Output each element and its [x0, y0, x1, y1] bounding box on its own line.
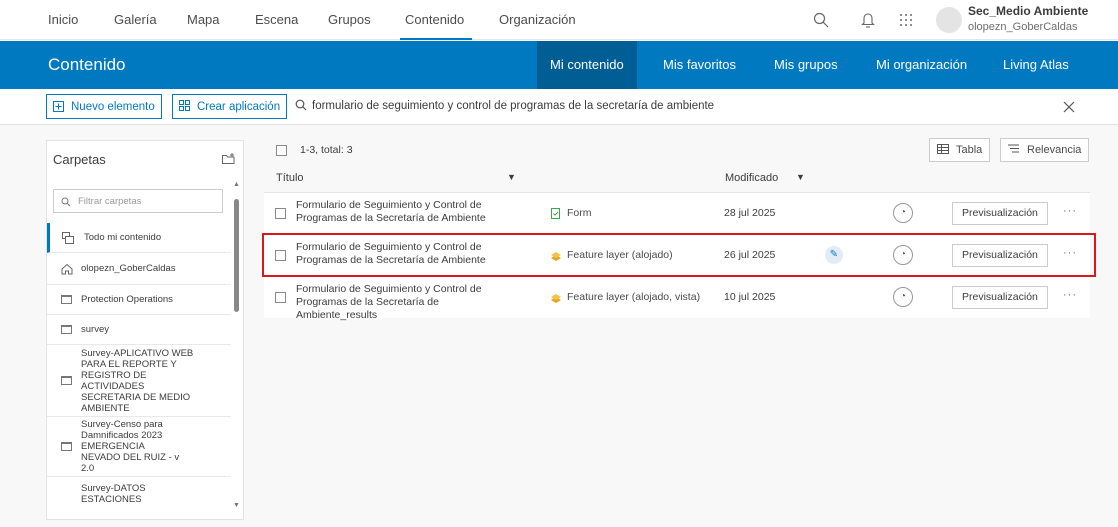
more-options-icon[interactable]: ··· — [1063, 205, 1077, 217]
item-date: 10 jul 2025 — [724, 291, 776, 303]
nav-contenido[interactable]: Contenido — [405, 12, 464, 27]
new-folder-icon[interactable] — [222, 153, 235, 167]
nav-organizacion[interactable]: Organización — [499, 12, 576, 27]
folders-heading: Carpetas — [53, 152, 106, 167]
filter-folders-input[interactable]: Filtrar carpetas — [53, 189, 223, 213]
create-app-button[interactable]: Crear aplicación — [172, 94, 288, 119]
avatar[interactable] — [936, 7, 962, 33]
search-icon — [61, 194, 71, 210]
item-type: Form — [550, 207, 592, 219]
create-app-label: Crear aplicación — [197, 100, 281, 113]
item-type: Feature layer (alojado, vista) — [550, 291, 700, 303]
feature-layer-icon — [550, 292, 561, 303]
app-launcher-icon[interactable] — [896, 10, 916, 30]
select-all-checkbox[interactable] — [276, 145, 287, 156]
folder-icon — [61, 442, 72, 451]
tab-mi-organizacion[interactable]: Mi organización — [864, 41, 979, 89]
results-count: 1-3, total: 3 — [300, 144, 353, 156]
filter-placeholder: Filtrar carpetas — [78, 196, 142, 207]
nav-inicio[interactable]: Inicio — [48, 12, 78, 27]
item-title[interactable]: Formulario de Seguimiento y Control de P… — [296, 283, 520, 322]
sort-label: Relevancia — [1027, 144, 1082, 156]
content-header-bar: Contenido Mi contenido Mis favoritos Mis… — [0, 41, 1118, 89]
folder-label: Survey-Censo para Damnificados 2023 EMER… — [81, 419, 180, 474]
preview-button[interactable]: Previsualización — [952, 202, 1048, 225]
bell-icon[interactable] — [858, 10, 878, 30]
folder-label: olopezn_GoberCaldas — [81, 263, 176, 274]
grid-apps-icon — [179, 99, 190, 114]
table-view-button[interactable]: Tabla — [929, 138, 991, 162]
home-icon — [61, 263, 73, 278]
folder-label: Survey-APLICATIVO WEB PARA EL REPORTE Y … — [81, 347, 194, 414]
column-header-title[interactable]: Título — [276, 172, 304, 184]
sort-button[interactable]: Relevancia — [1000, 138, 1090, 162]
close-icon[interactable] — [1062, 95, 1076, 119]
tab-living-atlas[interactable]: Living Atlas — [991, 41, 1081, 89]
folder-item-survey[interactable]: survey — [47, 315, 231, 345]
user-name[interactable]: Sec_Medio Ambiente — [968, 4, 1088, 18]
nav-escena[interactable]: Escena — [255, 12, 298, 27]
chevron-down-icon[interactable]: ▼ — [507, 172, 516, 182]
sharing-icon[interactable]: ◔ — [893, 203, 913, 223]
table-view-label: Tabla — [956, 144, 983, 156]
sharing-icon[interactable]: ◔ — [893, 287, 913, 307]
search-icon — [295, 99, 307, 114]
active-nav-indicator — [400, 38, 472, 40]
new-item-label: Nuevo elemento — [71, 100, 155, 113]
scroll-down-arrow[interactable]: ▼ — [233, 502, 240, 509]
folder-item-survey-aplicativo-web[interactable]: Survey-APLICATIVO WEB PARA EL REPORTE Y … — [47, 345, 231, 417]
plus-box-icon — [53, 101, 64, 112]
folder-label: Survey-DATOS ESTACIONES — [81, 483, 146, 505]
table-row[interactable]: Formulario de Seguimiento y Control de P… — [264, 276, 1090, 321]
folder-item-todo-mi-contenido[interactable]: Todo mi contenido — [47, 223, 231, 253]
folder-icon — [61, 376, 72, 385]
folder-item-protection-operations[interactable]: Protection Operations — [47, 285, 231, 315]
form-icon — [550, 207, 561, 219]
item-title[interactable]: Formulario de Seguimiento y Control de P… — [296, 199, 520, 225]
more-options-icon[interactable]: ··· — [1063, 289, 1077, 301]
user-login[interactable]: olopezn_GoberCaldas — [968, 21, 1077, 33]
item-type-label: Feature layer (alojado, vista) — [567, 291, 701, 303]
folder-item-survey-censo[interactable]: Survey-Censo para Damnificados 2023 EMER… — [47, 417, 231, 477]
search-icon[interactable] — [811, 10, 831, 30]
item-date: 28 jul 2025 — [724, 207, 776, 219]
row-checkbox[interactable] — [275, 208, 286, 219]
all-content-icon — [62, 232, 74, 247]
highlight-box — [262, 233, 1096, 277]
column-header-modified[interactable]: Modificado — [725, 172, 778, 184]
folder-item-olopezn[interactable]: olopezn_GoberCaldas — [47, 253, 231, 285]
scroll-up-arrow[interactable]: ▲ — [233, 181, 240, 188]
tab-mis-favoritos[interactable]: Mis favoritos — [651, 41, 748, 89]
sort-icon — [1008, 144, 1019, 156]
folder-item-survey-datos[interactable]: Survey-DATOS ESTACIONES — [47, 477, 231, 511]
folders-panel: Carpetas Filtrar carpetas Todo mi conten… — [46, 140, 244, 520]
row-checkbox[interactable] — [275, 292, 286, 303]
chevron-down-icon[interactable]: ▼ — [796, 172, 805, 182]
nav-mapa[interactable]: Mapa — [187, 12, 220, 27]
nav-grupos[interactable]: Grupos — [328, 12, 371, 27]
tab-mi-contenido[interactable]: Mi contenido — [537, 41, 637, 89]
top-navigation: Inicio Galería Mapa Escena Grupos Conten… — [0, 0, 1118, 40]
folder-icon — [61, 295, 72, 304]
action-bar: Nuevo elemento Crear aplicación formular… — [0, 89, 1118, 125]
table-icon — [937, 143, 949, 157]
item-type-label: Form — [567, 207, 592, 219]
page-title: Contenido — [48, 55, 126, 74]
folder-label: Protection Operations — [81, 294, 173, 305]
nav-galeria[interactable]: Galería — [114, 12, 157, 27]
tab-mis-grupos[interactable]: Mis grupos — [762, 41, 850, 89]
folder-label: Todo mi contenido — [84, 232, 162, 243]
folder-icon — [61, 325, 72, 334]
new-item-button[interactable]: Nuevo elemento — [46, 94, 162, 119]
preview-button[interactable]: Previsualización — [952, 286, 1048, 309]
search-input[interactable]: formulario de seguimiento y control de p… — [312, 100, 714, 112]
table-row[interactable]: Formulario de Seguimiento y Control de P… — [264, 192, 1090, 234]
folder-label: survey — [81, 324, 109, 335]
scrollbar-thumb[interactable] — [234, 199, 239, 312]
folder-list: Todo mi contenido olopezn_GoberCaldas Pr… — [47, 223, 231, 511]
